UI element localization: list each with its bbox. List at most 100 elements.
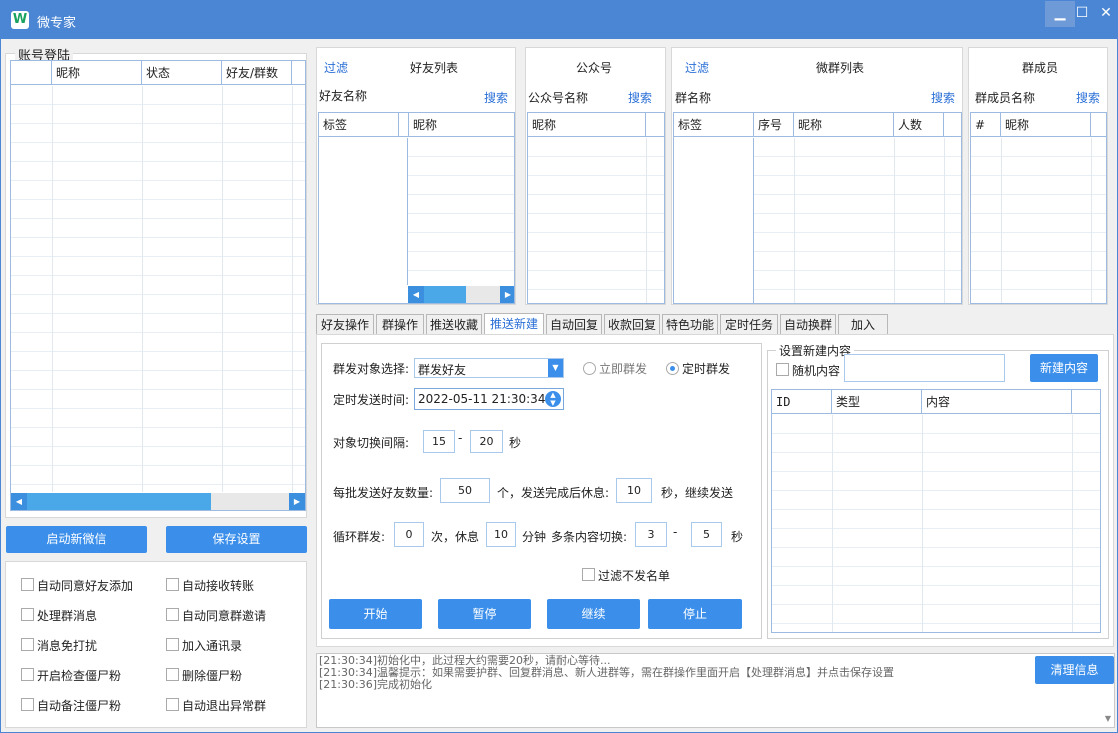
members-search-link[interactable]: 搜索: [1076, 89, 1100, 106]
col-count[interactable]: 人数: [894, 113, 944, 137]
multi-from-input[interactable]: 3: [635, 522, 667, 547]
option-label: 处理群消息: [37, 609, 98, 623]
loop-label: 循环群发:: [333, 530, 386, 544]
switch-sec: 秒: [509, 436, 522, 450]
col-tag[interactable]: 标签: [319, 113, 399, 137]
scroll-left-icon[interactable]: ◀: [11, 493, 27, 510]
tab-friend-ops[interactable]: 好友操作: [316, 314, 374, 335]
stop-button[interactable]: 停止: [648, 599, 742, 629]
random-content-label: 随机内容: [792, 364, 841, 378]
col-friends-groups[interactable]: 好友/群数: [222, 61, 292, 85]
tab-join[interactable]: 加入: [838, 314, 888, 335]
start-wechat-button[interactable]: 启动新微信: [6, 526, 147, 553]
friends-search-link[interactable]: 搜索: [484, 89, 508, 106]
radio-scheduled-send[interactable]: [666, 362, 679, 375]
start-button[interactable]: 开始: [329, 599, 422, 629]
tab-auto-reply[interactable]: 自动回复: [546, 314, 602, 335]
time-picker[interactable]: 2022-05-11 21:30:34 ▲ ▼: [414, 388, 564, 410]
tab-payment-reply[interactable]: 收款回复: [604, 314, 660, 335]
tab-features[interactable]: 特色功能: [662, 314, 718, 335]
log-box[interactable]: [21:30:34]初始化中，此过程大约需要20秒，请耐心等待... [21:3…: [316, 653, 1115, 728]
app-logo-icon: W: [11, 11, 29, 29]
radio-send-now[interactable]: [583, 362, 596, 375]
account-table[interactable]: 昵称 状态 好友/群数 ◀ ▶: [10, 60, 306, 511]
loop-input[interactable]: 0: [394, 522, 424, 547]
col-content[interactable]: 内容: [922, 390, 1072, 414]
col-nick[interactable]: 昵称: [528, 113, 646, 137]
col-tag[interactable]: 标签: [674, 113, 754, 137]
option-label: 自动备注僵尸粉: [37, 699, 122, 713]
scroll-down-icon[interactable]: ▼: [1105, 713, 1111, 725]
members-title: 群成员: [1022, 61, 1059, 75]
time-label: 定时发送时间:: [333, 393, 410, 407]
groups-panel: 过滤 微群列表 群名称 搜索 标签 序号 昵称 人数: [671, 47, 963, 305]
tab-group-ops[interactable]: 群操作: [376, 314, 424, 335]
resume-button[interactable]: 继续: [547, 599, 640, 629]
skip-list-checkbox[interactable]: [582, 568, 595, 581]
col-index[interactable]: 序号: [754, 113, 794, 137]
account-hscroll[interactable]: ◀ ▶: [11, 493, 305, 510]
groups-filter-link[interactable]: 过滤: [685, 59, 709, 76]
groups-table[interactable]: 标签 序号 昵称 人数: [673, 112, 962, 304]
col-nickname[interactable]: 昵称: [52, 61, 142, 85]
option-checkbox[interactable]: [166, 668, 179, 681]
option-checkbox[interactable]: [21, 698, 34, 711]
scroll-left-icon[interactable]: ◀: [408, 286, 424, 303]
scroll-right-icon[interactable]: ▶: [289, 493, 305, 510]
members-table[interactable]: # 昵称: [970, 112, 1107, 304]
mp-table[interactable]: 昵称: [527, 112, 665, 304]
multi-to-input[interactable]: 5: [691, 522, 722, 547]
content-table[interactable]: ID 类型 内容: [771, 389, 1101, 633]
mp-search-link[interactable]: 搜索: [628, 89, 652, 106]
switch-interval-label: 对象切换间隔:: [333, 436, 410, 450]
friends-filter-link[interactable]: 过滤: [324, 59, 348, 76]
switch-from-input[interactable]: 15: [423, 430, 455, 453]
col-nick[interactable]: 昵称: [1001, 113, 1091, 137]
option-checkbox[interactable]: [166, 698, 179, 711]
close-button[interactable]: ✕: [1091, 1, 1118, 27]
friends-hscroll[interactable]: ◀ ▶: [408, 286, 514, 303]
random-content-input[interactable]: [844, 354, 1005, 382]
target-label: 群发对象选择:: [333, 362, 410, 376]
option-checkbox[interactable]: [166, 638, 179, 651]
new-content-button[interactable]: 新建内容: [1030, 354, 1098, 382]
multi-sec: 秒: [731, 530, 744, 544]
switch-to-input[interactable]: 20: [470, 430, 503, 453]
tab-auto-switch-group[interactable]: 自动换群: [780, 314, 836, 335]
col-nick[interactable]: 昵称: [794, 113, 894, 137]
tab-push-new[interactable]: 推送新建: [484, 313, 544, 335]
clear-log-button[interactable]: 清理信息: [1035, 656, 1114, 684]
col-nick[interactable]: 昵称: [409, 113, 514, 137]
col-type[interactable]: 类型: [832, 390, 922, 414]
loop-rest-input[interactable]: 10: [486, 522, 516, 547]
option-checkbox[interactable]: [21, 668, 34, 681]
option-label: 自动接收转账: [182, 579, 255, 593]
save-settings-button[interactable]: 保存设置: [166, 526, 307, 553]
spinner-icon[interactable]: ▲ ▼: [545, 391, 561, 407]
groups-name-label: 群名称: [675, 91, 712, 105]
friends-table[interactable]: 标签 昵称 ◀ ▶: [318, 112, 515, 304]
mp-title: 公众号: [576, 61, 613, 75]
loop-unit: 次，休息: [431, 530, 480, 544]
app-title: 微专家: [37, 16, 77, 31]
batch-input[interactable]: 50: [440, 478, 490, 503]
groups-search-link[interactable]: 搜索: [931, 89, 955, 106]
friends-name-label: 好友名称: [319, 89, 368, 103]
option-checkbox[interactable]: [21, 638, 34, 651]
chevron-down-icon[interactable]: ▼: [548, 359, 563, 377]
tab-scheduled[interactable]: 定时任务: [720, 314, 778, 335]
target-select[interactable]: 群发好友 ▼: [414, 358, 564, 378]
col-status[interactable]: 状态: [142, 61, 222, 85]
scroll-right-icon[interactable]: ▶: [500, 286, 514, 303]
option-checkbox[interactable]: [21, 608, 34, 621]
option-checkbox[interactable]: [166, 578, 179, 591]
option-checkbox[interactable]: [166, 608, 179, 621]
pause-button[interactable]: 暂停: [438, 599, 531, 629]
tab-push-favorites[interactable]: 推送收藏: [426, 314, 482, 335]
option-checkbox[interactable]: [21, 578, 34, 591]
random-content-checkbox[interactable]: [776, 363, 789, 376]
rest-input[interactable]: 10: [616, 478, 652, 503]
main-window: W 微专家 ▁ ☐ ✕ 账号登陆 昵称 状态 好友/群数 ◀ ▶ 启动新微信 保…: [0, 0, 1118, 733]
col-hash[interactable]: #: [971, 113, 1001, 137]
col-id[interactable]: ID: [772, 390, 832, 414]
